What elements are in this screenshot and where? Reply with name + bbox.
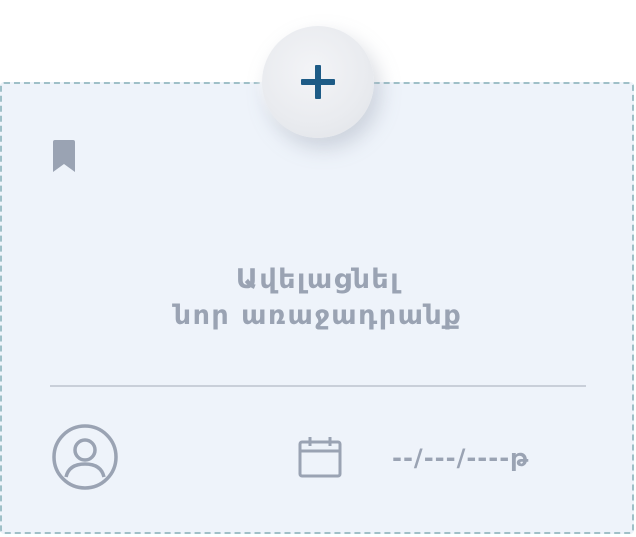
bookmark-icon[interactable] (52, 140, 76, 172)
divider (50, 385, 586, 387)
title-line-1: Ավելացնել (235, 264, 401, 295)
calendar-icon[interactable] (298, 436, 342, 478)
add-task-widget: Ավելացնել նոր առաջադրանք --/---/----թ (0, 0, 636, 537)
add-task-button[interactable] (262, 26, 374, 138)
add-new-task-label[interactable]: Ավելացնել նոր առաջադրանք (0, 262, 636, 334)
due-date-field[interactable]: --/---/----թ (392, 444, 529, 472)
user-avatar-icon[interactable] (52, 424, 118, 490)
plus-icon (301, 65, 335, 99)
title-line-2: նոր առաջադրանք (173, 300, 463, 331)
